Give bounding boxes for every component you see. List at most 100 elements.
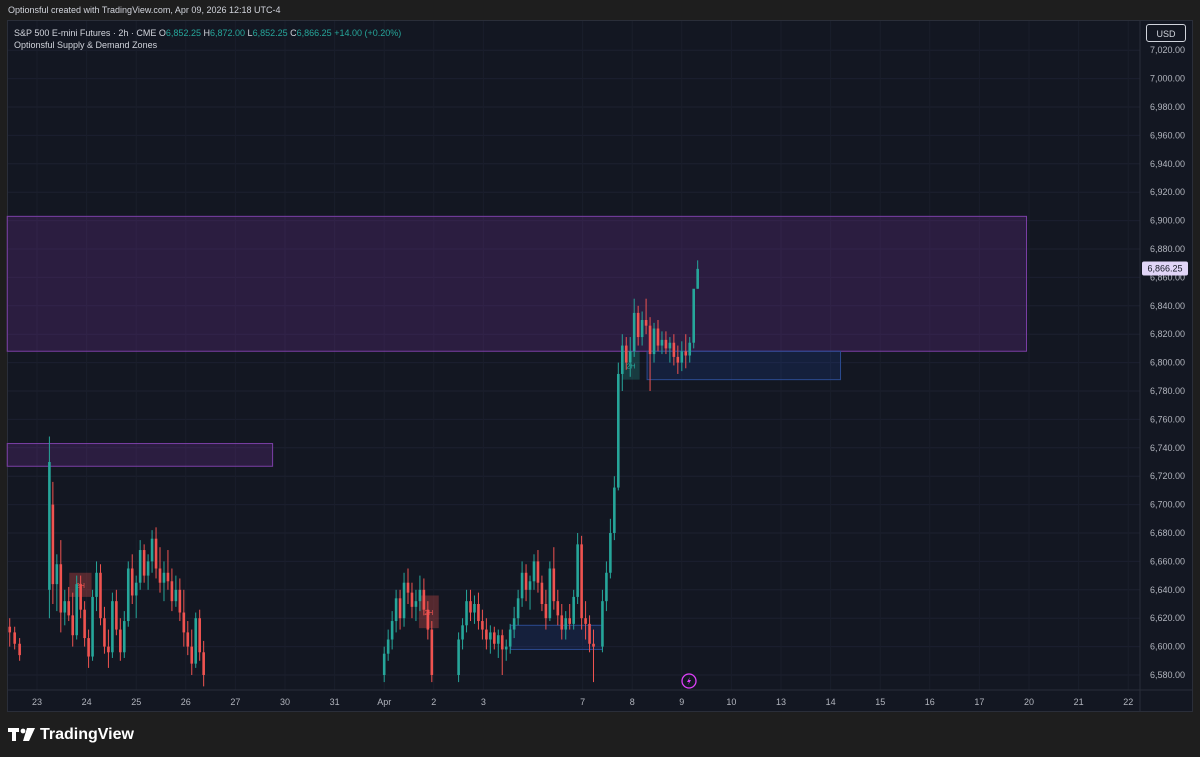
candle-body bbox=[473, 604, 476, 613]
candle bbox=[63, 589, 67, 626]
candle-body bbox=[548, 568, 552, 619]
time-axis: 23 24 25 26 27 30 31 Apr 2 3 7 8 9 10 13 14 15 16 17 20 21 22 bbox=[8, 689, 1193, 707]
price-tick-label: 6,800.00 bbox=[1150, 358, 1185, 368]
candle bbox=[48, 436, 51, 619]
candle-body bbox=[576, 544, 579, 597]
candle-body bbox=[560, 615, 564, 630]
price-tick-label: 6,840.00 bbox=[1150, 301, 1185, 311]
open-value: 6,852.25 bbox=[165, 28, 201, 38]
price-tick-label: 6,980.00 bbox=[1150, 102, 1185, 112]
candle bbox=[496, 629, 500, 658]
grid-layer bbox=[8, 21, 1140, 690]
candle bbox=[51, 481, 55, 604]
candle-body bbox=[465, 601, 468, 626]
candle bbox=[91, 589, 94, 661]
candle-body bbox=[422, 589, 426, 610]
candle-body bbox=[644, 320, 648, 326]
candle-body bbox=[613, 487, 616, 533]
price-chart[interactable]: 2H2H2H 7,020.007,000.006,980.006,960.006… bbox=[0, 0, 1200, 757]
price-tick-label: 6,580.00 bbox=[1150, 670, 1185, 680]
candle-body bbox=[652, 328, 656, 355]
close-value: 6,866.25 bbox=[296, 28, 332, 38]
indicator-label[interactable]: Optionsful Supply & Demand Zones bbox=[14, 39, 401, 51]
currency-button[interactable]: USD bbox=[1146, 24, 1186, 42]
candle-body bbox=[580, 544, 583, 619]
candle bbox=[410, 582, 414, 619]
candle bbox=[8, 618, 12, 647]
lightning-bolt bbox=[687, 677, 691, 685]
price-tick-label: 6,600.00 bbox=[1150, 642, 1185, 652]
candle bbox=[580, 535, 583, 630]
candle-body bbox=[556, 601, 560, 616]
candle-body bbox=[158, 568, 162, 583]
candle-body bbox=[512, 618, 516, 630]
candle-body bbox=[676, 356, 680, 363]
candle-body bbox=[461, 625, 464, 640]
price-tick-label: 7,020.00 bbox=[1150, 45, 1185, 55]
candle-body bbox=[111, 601, 114, 653]
low-value: 6,852.25 bbox=[252, 28, 288, 38]
candle-body bbox=[536, 561, 540, 583]
candle-body bbox=[174, 589, 178, 602]
candle-body bbox=[481, 621, 484, 630]
candle bbox=[134, 575, 138, 619]
candle bbox=[166, 550, 170, 590]
price-tick-label: 6,880.00 bbox=[1150, 244, 1185, 254]
time-tick-label: 22 bbox=[1123, 697, 1133, 707]
legend-ohlc-row: S&P 500 E-mini Futures · 2h · CME O6,852… bbox=[14, 27, 401, 39]
candle bbox=[178, 578, 182, 622]
time-tick-label: 31 bbox=[330, 697, 340, 707]
candle-body bbox=[500, 635, 504, 650]
candle-body bbox=[95, 572, 98, 597]
candle-body bbox=[410, 592, 414, 607]
candle-body bbox=[601, 601, 604, 647]
candle-body bbox=[119, 629, 122, 653]
candle bbox=[150, 530, 154, 573]
candle-body bbox=[617, 373, 620, 488]
candle-body bbox=[166, 572, 170, 582]
candle-body bbox=[660, 339, 664, 346]
candle-body bbox=[592, 643, 595, 647]
candle-body bbox=[430, 629, 434, 675]
candle bbox=[609, 518, 612, 579]
price-tick-label: 6,940.00 bbox=[1150, 159, 1185, 169]
candle-body bbox=[540, 582, 544, 604]
candle bbox=[601, 589, 604, 653]
candle-body bbox=[146, 561, 150, 576]
candle bbox=[186, 621, 190, 656]
price-tick-label: 6,660.00 bbox=[1150, 556, 1185, 566]
price-tick-label: 6,640.00 bbox=[1150, 585, 1185, 595]
price-tick-label: 6,620.00 bbox=[1150, 613, 1185, 623]
candle bbox=[198, 609, 201, 661]
candle-body bbox=[609, 533, 612, 573]
candle-body bbox=[13, 632, 16, 644]
price-tick-label: 6,960.00 bbox=[1150, 130, 1185, 140]
candle-body bbox=[63, 601, 67, 613]
candle bbox=[126, 561, 130, 627]
candle-body bbox=[605, 572, 608, 602]
candle bbox=[528, 575, 532, 610]
last-price-label: 6,866.25 bbox=[1147, 264, 1182, 274]
candle-body bbox=[103, 618, 106, 647]
candle-body bbox=[632, 312, 636, 352]
candle bbox=[572, 589, 575, 630]
candle bbox=[83, 601, 86, 647]
price-tick-label: 6,680.00 bbox=[1150, 528, 1185, 538]
time-tick-label: 20 bbox=[1024, 697, 1034, 707]
candle bbox=[692, 288, 696, 349]
candle bbox=[548, 561, 552, 622]
candle-body bbox=[508, 629, 512, 647]
time-tick-label: 9 bbox=[679, 697, 684, 707]
candle-body bbox=[426, 609, 430, 630]
candle-body bbox=[696, 268, 699, 289]
candle-body bbox=[51, 504, 55, 585]
candle-body bbox=[648, 325, 652, 355]
candle bbox=[504, 639, 508, 661]
candle-body bbox=[457, 639, 460, 675]
high-value: 6,872.00 bbox=[209, 28, 246, 38]
candle-body bbox=[568, 618, 572, 624]
candle bbox=[489, 625, 492, 654]
candle bbox=[617, 362, 620, 491]
time-tick-label: 25 bbox=[131, 697, 141, 707]
candle-body bbox=[664, 339, 668, 349]
